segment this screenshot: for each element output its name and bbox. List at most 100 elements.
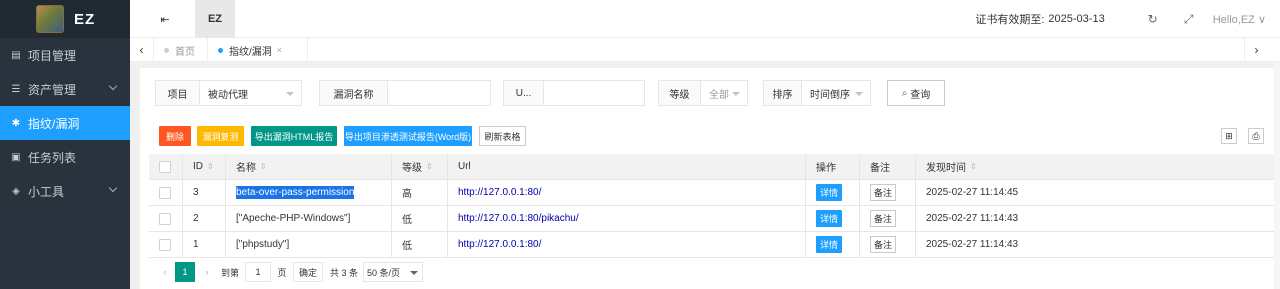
cell-time-text: 2025-02-27 11:14:45: [926, 187, 1019, 198]
col-url: Url: [448, 154, 806, 179]
col-name[interactable]: 名称 ⇕: [226, 154, 392, 179]
cell-op: 详情: [806, 180, 860, 205]
note-button[interactable]: 备注: [870, 210, 897, 227]
cell-url: http://127.0.0.1:80/pikachu/: [448, 206, 806, 231]
cube-icon: ◈: [12, 185, 20, 197]
brand[interactable]: EZ: [0, 0, 130, 38]
page-size-value: 50 条/页: [367, 267, 401, 278]
cell-time: 2025-02-27 11:14:45: [916, 180, 1274, 205]
user-menu[interactable]: Hello,EZ ∨: [1213, 13, 1266, 26]
cell-cb: [149, 206, 183, 231]
vuln-review-button[interactable]: 漏洞复测: [197, 126, 244, 146]
sort-icon: ⇕: [207, 161, 214, 171]
tab-fingerprint-vuln[interactable]: 指纹/漏洞 ×: [208, 38, 308, 62]
select-all-checkbox[interactable]: [159, 160, 171, 173]
sidebar-item-1[interactable]: ☰ 资产管理: [0, 72, 130, 106]
cell-level: 高: [392, 180, 448, 205]
sidebar-item-0[interactable]: ▤ 项目管理: [0, 38, 130, 72]
next-page-icon[interactable]: ›: [201, 262, 213, 282]
cell-level-text: 低: [402, 215, 412, 226]
export-html-button[interactable]: 导出漏洞HTML报告: [251, 126, 337, 146]
url-field[interactable]: U...: [503, 80, 645, 106]
row-checkbox[interactable]: [159, 212, 171, 225]
col-id[interactable]: ID ⇕: [183, 154, 226, 179]
close-icon[interactable]: ×: [277, 45, 282, 55]
url-input[interactable]: [544, 81, 644, 105]
print-icon[interactable]: ⎙: [1248, 128, 1264, 144]
brand-title: EZ: [74, 10, 96, 28]
search-button-label: 查询: [910, 89, 931, 101]
cell-level: 低: [392, 206, 448, 231]
page-size-select[interactable]: 50 条/页: [363, 262, 423, 282]
delete-button[interactable]: 删除: [159, 126, 191, 146]
refresh-icon[interactable]: ↻: [1135, 12, 1171, 26]
header-tab-ez[interactable]: EZ: [195, 0, 235, 38]
page-tabs: ‹ 首页 指纹/漏洞 × ›: [130, 38, 1280, 62]
goto-label: 到第: [220, 267, 239, 278]
tabs-scroll-right-icon[interactable]: ›: [1244, 38, 1268, 62]
cell-note: 备注: [860, 206, 916, 231]
sidebar-item-label: 指纹/漏洞: [28, 116, 80, 131]
tab-label: 指纹/漏洞: [229, 46, 272, 58]
search-button[interactable]: ⌕ 查询: [887, 80, 945, 106]
col-time[interactable]: 发现时间 ⇕: [916, 154, 1274, 179]
table-row: 2 ["Apeche-PHP-Windows"] 低 http://127.0.0.1…: [149, 206, 1274, 232]
level-select[interactable]: 等级 全部: [658, 80, 748, 106]
cell-time: 2025-02-27 11:14:43: [916, 206, 1274, 231]
scrollbar[interactable]: [1274, 62, 1280, 289]
sort-icon: ⇕: [970, 161, 977, 171]
refresh-table-button[interactable]: 刷新表格: [479, 126, 526, 146]
page-1-button[interactable]: 1: [175, 262, 195, 282]
row-checkbox[interactable]: [159, 186, 171, 199]
goto-page-input[interactable]: 1: [245, 262, 271, 282]
chevron-down-icon: [732, 92, 740, 96]
sort-icon: ⇕: [426, 161, 433, 171]
cell-level: 低: [392, 232, 448, 257]
cell-id: 2: [183, 206, 226, 231]
prev-page-icon[interactable]: ‹: [159, 262, 171, 282]
header-checkbox-cell: [149, 154, 183, 179]
col-level-label: 等级: [402, 163, 422, 174]
cell-note: 备注: [860, 232, 916, 257]
project-select[interactable]: 项目 被动代理: [155, 80, 302, 106]
sidebar-item-2[interactable]: ✱ 指纹/漏洞: [0, 106, 130, 140]
sort-select[interactable]: 排序 时间倒序: [763, 80, 871, 106]
chevron-down-icon: [286, 92, 294, 96]
cell-op: 详情: [806, 206, 860, 231]
list-icon: ☰: [11, 83, 21, 95]
columns-icon[interactable]: ⊞: [1221, 128, 1237, 144]
sort-label: 排序: [764, 81, 802, 105]
chevron-down-icon: [410, 271, 418, 275]
cell-url-text[interactable]: http://127.0.0.1:80/: [458, 239, 541, 250]
cell-url-text[interactable]: http://127.0.0.1:80/: [458, 187, 541, 198]
detail-button[interactable]: 详情: [816, 236, 843, 253]
cell-name: ["phpstudy"]: [226, 232, 392, 257]
vuln-name-field[interactable]: 漏洞名称: [319, 80, 491, 106]
project-label: 项目: [156, 81, 200, 105]
goto-confirm-button[interactable]: 确定: [293, 262, 323, 282]
tab-home[interactable]: 首页: [154, 38, 208, 62]
sidebar-item-label: 项目管理: [28, 48, 77, 63]
page-unit-label: 页: [277, 267, 287, 278]
detail-button[interactable]: 详情: [816, 210, 843, 227]
sidebar-item-4[interactable]: ◈ 小工具: [0, 174, 130, 208]
table-row: 1 ["phpstudy"] 低 http://127.0.0.1:80/详情 备注 20…: [149, 232, 1274, 258]
export-word-button[interactable]: 导出项目渗透测试报告(Word版): [344, 126, 472, 146]
tabs-scroll-left-icon[interactable]: ‹: [130, 38, 154, 62]
cell-url-text[interactable]: http://127.0.0.1:80/pikachu/: [458, 213, 579, 224]
level-label: 等级: [659, 81, 701, 105]
level-value: 全部: [709, 89, 729, 101]
sidebar-item-3[interactable]: ▣ 任务列表: [0, 140, 130, 174]
sidebar-item-label: 小工具: [28, 184, 65, 199]
detail-button[interactable]: 详情: [816, 184, 843, 201]
note-button[interactable]: 备注: [870, 184, 897, 201]
sidebar-item-label: 任务列表: [28, 150, 77, 165]
cell-cb: [149, 180, 183, 205]
note-button[interactable]: 备注: [870, 236, 897, 253]
row-checkbox[interactable]: [159, 238, 171, 251]
cell-level-text: 高: [402, 189, 412, 200]
vuln-name-input[interactable]: [388, 81, 490, 105]
collapse-menu-icon[interactable]: ⇤: [148, 0, 182, 38]
col-level[interactable]: 等级 ⇕: [392, 154, 448, 179]
fullscreen-icon[interactable]: ⤢: [1171, 12, 1207, 27]
